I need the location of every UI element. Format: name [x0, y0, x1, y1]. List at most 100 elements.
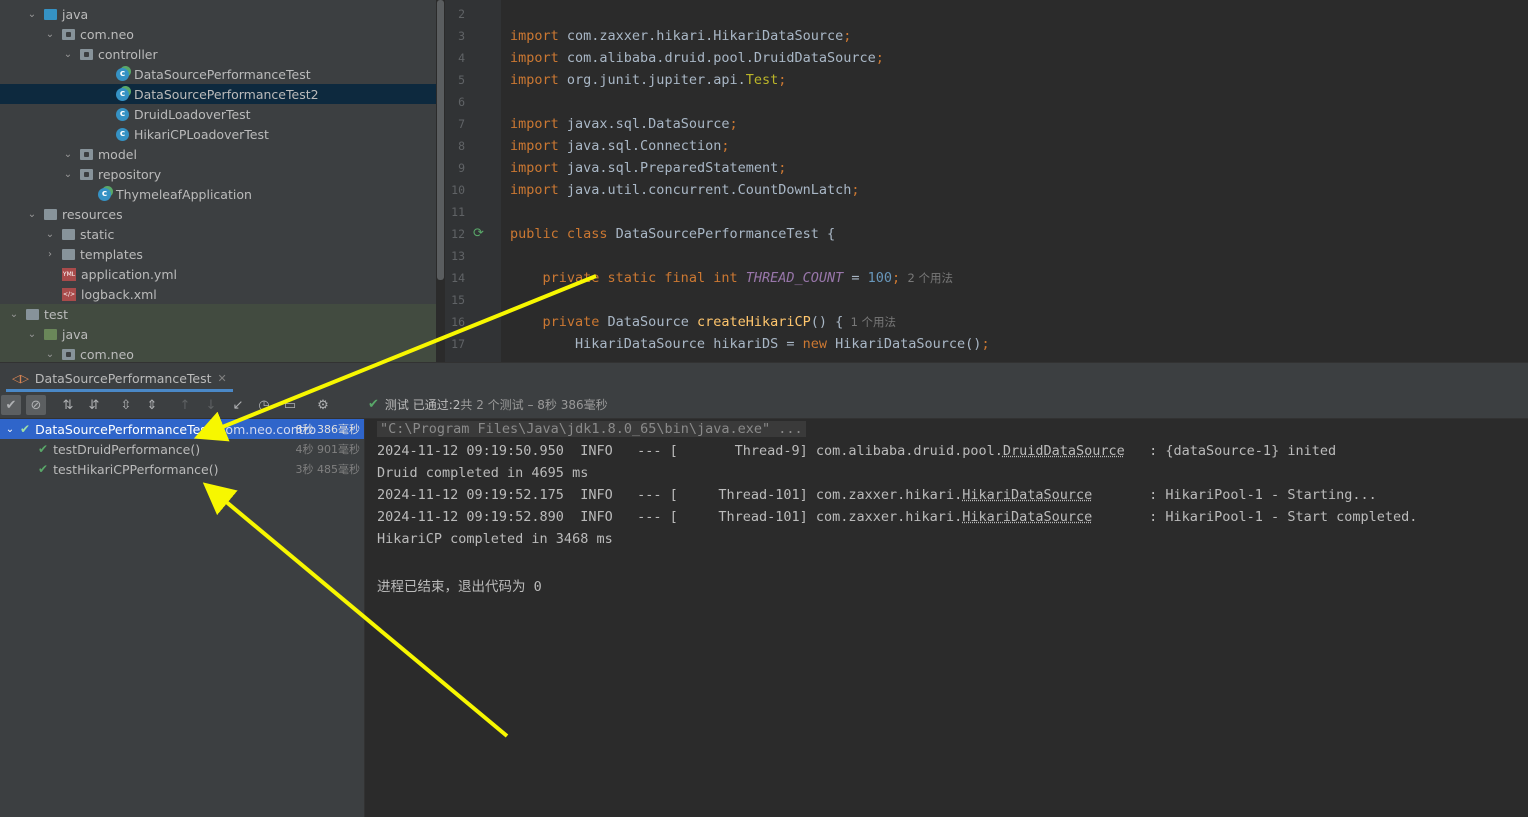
test-duration: 8秒 386毫秒 [295, 423, 361, 436]
code-line[interactable]: import com.alibaba.druid.pool.DruidDataS… [510, 50, 884, 66]
tree-item[interactable]: ⌄ com.neo [0, 24, 436, 44]
code-token: java.sql.PreparedStatement [566, 160, 779, 176]
tree-item-label: java [62, 6, 89, 22]
class-link[interactable]: HikariDataSource [962, 509, 1092, 525]
tree-item[interactable]: ⌄ model [0, 144, 436, 164]
line-number: 5 [458, 73, 465, 87]
tree-item[interactable]: ⌄ static [0, 224, 436, 244]
code-token: java.util.concurrent.CountDownLatch [566, 182, 852, 198]
test-result-row[interactable]: ⌄ ✔ DataSourcePerformanceTest (com.neo.cont… [0, 419, 364, 439]
chevron-right-icon[interactable]: › [44, 248, 56, 260]
code-line[interactable]: public class DataSourcePerformanceTest { [510, 226, 835, 242]
test-duration: 3秒 485毫秒 [295, 463, 361, 476]
usage-hint[interactable]: 2 个用法 [900, 271, 953, 285]
collapse-all-icon[interactable]: ⇕ [142, 395, 162, 415]
chevron-down-icon[interactable]: ⌄ [44, 28, 56, 40]
code-line[interactable]: import javax.sql.DataSource; [510, 116, 738, 132]
chevron-down-icon[interactable]: ⌄ [8, 308, 20, 320]
expand-all-icon[interactable]: ⇳ [116, 395, 136, 415]
code-token: org.junit.jupiter.api. [566, 72, 746, 88]
history-icon[interactable]: ◷ [254, 395, 274, 415]
tree-item[interactable]: </> logback.xml [0, 284, 436, 304]
class-link[interactable]: HikariDataSource [962, 487, 1092, 503]
chevron-down-icon[interactable]: ⌄ [26, 8, 38, 20]
code-token: private [542, 314, 608, 330]
code-line[interactable]: HikariDataSource hikariDS = new HikariDa… [510, 336, 990, 352]
tree-item[interactable]: ⌄ java [0, 324, 436, 344]
run-tool-window-header: ◁▷ DataSourcePerformanceTest ✕ [0, 362, 1528, 393]
code-line[interactable]: import java.sql.PreparedStatement; [510, 160, 786, 176]
chevron-down-icon[interactable]: ⌄ [62, 168, 74, 180]
chevron-down-icon[interactable]: ⌄ [62, 48, 74, 60]
tree-item[interactable]: ⌄ test [0, 304, 436, 324]
tree-item[interactable]: ⌄ java [0, 4, 436, 24]
code-token: import [510, 28, 567, 44]
code-line[interactable]: private static final int THREAD_COUNT = … [510, 270, 953, 286]
console-text: 2024-11-12 09:19:50.950 INFO --- [ Threa… [377, 443, 1003, 459]
tree-item[interactable]: c HikariCPLoadoverTest [0, 124, 436, 144]
test-result-row[interactable]: ✔ testHikariCPPerformance() 3秒 485毫秒 [0, 459, 364, 479]
tree-item[interactable]: › templates [0, 244, 436, 264]
tree-item[interactable]: c DruidLoadoverTest [0, 104, 436, 124]
code-token: DataSourcePerformanceTest { [615, 226, 836, 242]
tree-item-label: static [80, 226, 115, 242]
code-editor[interactable]: 2 3 4 5 6 7 8 9 10 11 12 13 14 15 16 17 ⟳ import com.za… [445, 0, 1528, 362]
chevron-down-icon[interactable]: ⌄ [0, 424, 20, 435]
sort-alphabetically-icon[interactable]: ⇅ [58, 395, 78, 415]
usage-hint[interactable]: 1 个用法 [843, 315, 897, 329]
code-token: ; [721, 138, 730, 154]
chevron-down-icon[interactable]: ⌄ [26, 208, 38, 220]
code-line[interactable]: import java.sql.Connection; [510, 138, 729, 154]
chevron-down-icon[interactable]: ⌄ [62, 148, 74, 160]
export-icon[interactable]: ▭ [280, 395, 300, 415]
import-tests-icon[interactable]: ↙ [228, 395, 248, 415]
code-token: import [510, 50, 567, 66]
tree-item-label: repository [98, 166, 162, 182]
tree-item[interactable]: ⌄ repository [0, 164, 436, 184]
previous-failed-icon[interactable]: ↑ [175, 395, 195, 415]
code-token: com.alibaba.druid.pool.DruidDataSource [566, 50, 876, 66]
tree-item[interactable]: c DataSourcePerformanceTest [0, 64, 436, 84]
close-icon[interactable]: ✕ [218, 372, 227, 385]
console-text: : HikariPool-1 - Start completed. [1092, 509, 1418, 525]
code-token: ; [778, 72, 787, 88]
tree-item[interactable]: c DataSourcePerformanceTest2 [0, 84, 436, 104]
run-tab[interactable]: ◁▷ DataSourcePerformanceTest ✕ [6, 367, 233, 392]
package-icon [80, 48, 93, 60]
run-class-gutter-icon[interactable]: ⟳ [473, 226, 487, 241]
chevron-down-icon[interactable]: ⌄ [26, 328, 38, 340]
code-line[interactable]: import org.junit.jupiter.api.Test; [510, 72, 786, 88]
class-icon: c [116, 127, 129, 141]
console-output[interactable]: "C:\Program Files\Java\jdk1.8.0_65\bin\j… [365, 419, 1528, 817]
project-tree-panel: ⌄ java ⌄ com.neo ⌄ controller c DataSourcePerfo… [0, 0, 436, 362]
code-token: javax.sql.DataSource [566, 116, 730, 132]
code-line[interactable]: private DataSource createHikariCP() { 1 … [510, 314, 897, 330]
tree-item[interactable]: ⌄ resources [0, 204, 436, 224]
chevron-down-icon[interactable]: ⌄ [44, 228, 56, 240]
code-token: import [510, 116, 567, 132]
line-number: 6 [458, 95, 465, 109]
code-line[interactable]: import java.util.concurrent.CountDownLat… [510, 182, 860, 198]
chevron-down-icon[interactable]: ⌄ [44, 348, 56, 360]
package-icon [62, 28, 75, 40]
line-number: 3 [458, 29, 465, 43]
show-ignored-icon[interactable]: ⊘ [26, 395, 46, 415]
next-failed-icon[interactable]: ↓ [201, 395, 221, 415]
project-tree-scrollbar[interactable] [437, 0, 444, 280]
tree-item[interactable]: ⌄ com.neo [0, 344, 436, 362]
tree-item[interactable]: c ThymeleafApplication [0, 184, 436, 204]
class-link[interactable]: DruidDataSource [1003, 443, 1125, 459]
line-number: 8 [458, 139, 465, 153]
resources-folder-icon [44, 208, 57, 220]
line-number: 9 [458, 161, 465, 175]
sort-by-duration-icon[interactable]: ⇵ [84, 395, 104, 415]
tree-item[interactable]: YML application.yml [0, 264, 436, 284]
tree-item[interactable]: ⌄ controller [0, 44, 436, 64]
settings-gear-icon[interactable]: ⚙ [313, 395, 333, 415]
test-result-row[interactable]: ✔ testDruidPerformance() 4秒 901毫秒 [0, 439, 364, 459]
show-passed-icon[interactable]: ✔ [1, 395, 21, 415]
code-line[interactable]: import com.zaxxer.hikari.HikariDataSourc… [510, 28, 851, 44]
tree-item-label: ThymeleafApplication [116, 186, 252, 202]
test-status: ✔ 测试 已通过: 2 共 2 个测试 – 8秒 386毫秒 [368, 396, 608, 413]
